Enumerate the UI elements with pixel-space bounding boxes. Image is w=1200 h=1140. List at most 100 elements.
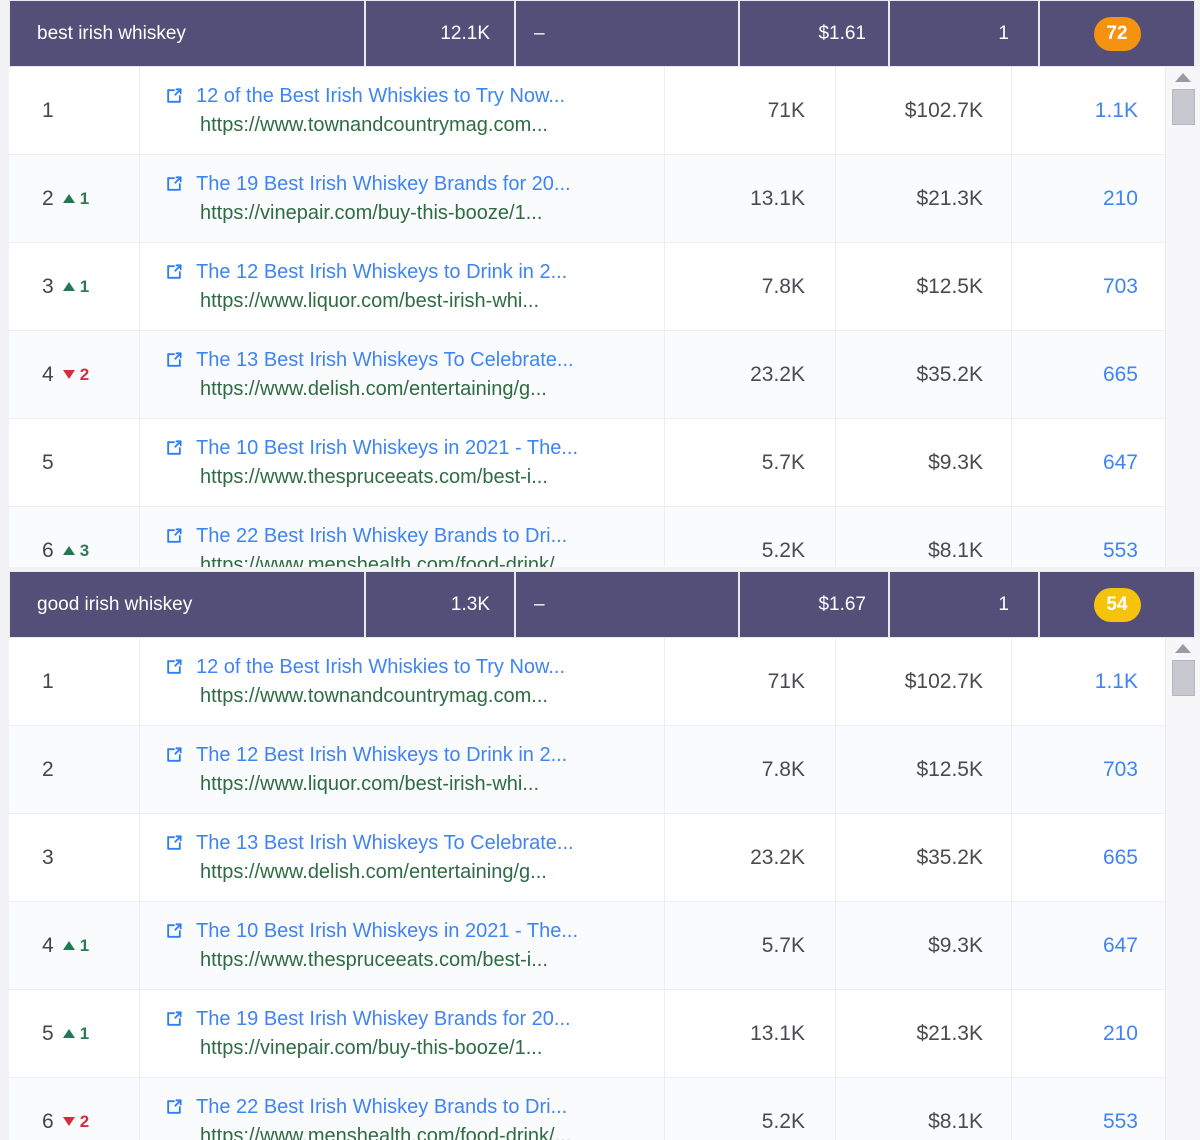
result-title-link[interactable]: The 12 Best Irish Whiskeys to Drink in 2…: [164, 744, 567, 767]
result-title-link[interactable]: 12 of the Best Irish Whiskies to Try Now…: [164, 85, 565, 108]
keywords-cell[interactable]: 210: [1012, 990, 1165, 1077]
result-title-link[interactable]: The 22 Best Irish Whiskey Brands to Dri.…: [164, 1096, 567, 1119]
result-url[interactable]: https://www.menshealth.com/food-drink/..…: [164, 1125, 571, 1140]
triangle-down-icon: [62, 1117, 75, 1126]
table-row[interactable]: 5 The 10 Best Irish Whiskeys in 2021 - Th…: [9, 419, 1165, 507]
table-row[interactable]: 4 2 The 13 Best Irish Whiskeys To Celebrat…: [9, 331, 1165, 419]
traffic-value-cell: $35.2K: [836, 814, 1012, 901]
result-title-link[interactable]: 12 of the Best Irish Whiskies to Try Now…: [164, 656, 565, 679]
keywords-cell[interactable]: 647: [1012, 902, 1165, 989]
result-cell[interactable]: The 13 Best Irish Whiskeys To Celebrate.…: [140, 331, 665, 418]
result-title: The 19 Best Irish Whiskey Brands for 20.…: [196, 172, 571, 195]
result-title-link[interactable]: The 12 Best Irish Whiskeys to Drink in 2…: [164, 261, 567, 284]
rank-value: 4: [42, 362, 54, 386]
traffic-cell: 23.2K: [665, 331, 836, 418]
external-link-icon[interactable]: [164, 174, 184, 194]
table-row[interactable]: 6 3 The 22 Best Irish Whiskey Brands to Dr…: [9, 507, 1165, 567]
result-url[interactable]: https://www.townandcountrymag.com...: [164, 114, 548, 137]
table-scrollbar[interactable]: [1165, 67, 1200, 567]
result-title-link[interactable]: The 10 Best Irish Whiskeys in 2021 - The…: [164, 920, 578, 943]
result-cell[interactable]: The 10 Best Irish Whiskeys in 2021 - The…: [140, 902, 665, 989]
result-title: 12 of the Best Irish Whiskies to Try Now…: [196, 655, 566, 678]
keyword-name: best irish whiskey: [37, 22, 186, 44]
external-link-icon[interactable]: [164, 657, 184, 677]
result-cell[interactable]: The 19 Best Irish Whiskey Brands for 20.…: [140, 990, 665, 1077]
result-url[interactable]: https://www.thespruceeats.com/best-i...: [164, 466, 548, 489]
scrollbar-thumb[interactable]: [1172, 660, 1195, 696]
external-link-icon[interactable]: [164, 350, 184, 370]
result-cell[interactable]: The 12 Best Irish Whiskeys to Drink in 2…: [140, 726, 665, 813]
keywords-cell[interactable]: 647: [1012, 419, 1165, 506]
result-url[interactable]: https://www.delish.com/entertaining/g...: [164, 861, 547, 884]
table-row[interactable]: 3 1 The 12 Best Irish Whiskeys to Drink in…: [9, 243, 1165, 331]
result-url[interactable]: https://vinepair.com/buy-this-booze/1...: [164, 202, 542, 225]
external-link-icon[interactable]: [164, 833, 184, 853]
result-cell[interactable]: The 12 Best Irish Whiskeys to Drink in 2…: [140, 243, 665, 330]
result-title-link[interactable]: The 10 Best Irish Whiskeys in 2021 - The…: [164, 437, 578, 460]
table-row[interactable]: 6 2 The 22 Best Irish Whiskey Brands to Dr…: [9, 1078, 1165, 1140]
external-link-icon[interactable]: [164, 745, 184, 765]
table-scrollbar[interactable]: [1165, 638, 1200, 1140]
result-cell[interactable]: The 22 Best Irish Whiskey Brands to Dri.…: [140, 1078, 665, 1140]
rank-value: 2: [42, 186, 54, 210]
keywords-cell[interactable]: 553: [1012, 1078, 1165, 1140]
keywords-cell[interactable]: 1.1K: [1012, 67, 1165, 154]
result-cell[interactable]: The 13 Best Irish Whiskeys To Celebrate.…: [140, 814, 665, 901]
keywords-cell[interactable]: 210: [1012, 155, 1165, 242]
table-row[interactable]: 3 The 13 Best Irish Whiskeys To Celebrate…: [9, 814, 1165, 902]
scroll-up-arrow-icon[interactable]: [1175, 73, 1191, 82]
keywords-cell[interactable]: 553: [1012, 507, 1165, 567]
result-cell[interactable]: The 10 Best Irish Whiskeys in 2021 - The…: [140, 419, 665, 506]
result-url[interactable]: https://www.liquor.com/best-irish-whi...: [164, 290, 539, 313]
keywords-cell[interactable]: 1.1K: [1012, 638, 1165, 725]
table-row[interactable]: 4 1 The 10 Best Irish Whiskeys in 2021 - T…: [9, 902, 1165, 990]
result-url[interactable]: https://www.menshealth.com/food-drink/..…: [164, 554, 571, 568]
traffic-cell: 5.7K: [665, 419, 836, 506]
table-row[interactable]: 1 12 of the Best Irish Whiskies to Try No…: [9, 638, 1165, 726]
result-title-link[interactable]: The 19 Best Irish Whiskey Brands for 20.…: [164, 1008, 571, 1031]
traffic-value: 7.8K: [761, 274, 805, 298]
rank-change-value: 1: [79, 935, 90, 955]
table-row[interactable]: 1 12 of the Best Irish Whiskies to Try No…: [9, 67, 1165, 155]
result-title-link[interactable]: The 13 Best Irish Whiskeys To Celebrate.…: [164, 349, 574, 372]
keyword-name-cell[interactable]: good irish whiskey: [9, 571, 365, 638]
traffic-value: 5.7K: [761, 450, 805, 474]
result-url[interactable]: https://vinepair.com/buy-this-booze/1...: [164, 1037, 542, 1060]
external-link-icon[interactable]: [164, 921, 184, 941]
result-title: The 10 Best Irish Whiskeys in 2021 - The…: [196, 919, 579, 942]
traffic-cell: 7.8K: [665, 726, 836, 813]
result-cell[interactable]: 12 of the Best Irish Whiskies to Try Now…: [140, 67, 665, 154]
table-row[interactable]: 2 1 The 19 Best Irish Whiskey Brands for 2…: [9, 155, 1165, 243]
result-url[interactable]: https://www.liquor.com/best-irish-whi...: [164, 773, 539, 796]
external-link-icon[interactable]: [164, 1009, 184, 1029]
external-link-icon[interactable]: [164, 526, 184, 546]
result-url[interactable]: https://www.townandcountrymag.com...: [164, 685, 548, 708]
result-title-link[interactable]: The 22 Best Irish Whiskey Brands to Dri.…: [164, 525, 567, 548]
table-row[interactable]: 5 1 The 19 Best Irish Whiskey Brands for 2…: [9, 990, 1165, 1078]
external-link-icon[interactable]: [164, 262, 184, 282]
result-cell[interactable]: The 19 Best Irish Whiskey Brands for 20.…: [140, 155, 665, 242]
result-cell[interactable]: The 22 Best Irish Whiskey Brands to Dri.…: [140, 507, 665, 567]
keywords-cell[interactable]: 665: [1012, 331, 1165, 418]
scrollbar-thumb[interactable]: [1172, 89, 1195, 125]
external-link-icon[interactable]: [164, 1097, 184, 1117]
keyword-name-cell[interactable]: best irish whiskey: [9, 0, 365, 67]
traffic-value-cell: $21.3K: [836, 155, 1012, 242]
keyword-header-row[interactable]: best irish whiskey 12.1K – $1.61 1 72: [9, 0, 1200, 67]
result-title-link[interactable]: The 13 Best Irish Whiskeys To Celebrate.…: [164, 832, 574, 855]
result-url[interactable]: https://www.thespruceeats.com/best-i...: [164, 949, 548, 972]
keyword-header-row[interactable]: good irish whiskey 1.3K – $1.67 1 54: [9, 571, 1200, 638]
result-url[interactable]: https://www.delish.com/entertaining/g...: [164, 378, 547, 401]
rank-change-value: 1: [79, 1023, 90, 1043]
external-link-icon[interactable]: [164, 438, 184, 458]
scroll-up-arrow-icon[interactable]: [1175, 644, 1191, 653]
keywords-cell[interactable]: 703: [1012, 243, 1165, 330]
result-title-link[interactable]: The 19 Best Irish Whiskey Brands for 20.…: [164, 173, 571, 196]
traffic-value-amount: $8.1K: [928, 1109, 983, 1133]
table-row[interactable]: 2 The 12 Best Irish Whiskeys to Drink in …: [9, 726, 1165, 814]
traffic-value: 23.2K: [750, 362, 805, 386]
keywords-cell[interactable]: 665: [1012, 814, 1165, 901]
result-cell[interactable]: 12 of the Best Irish Whiskies to Try Now…: [140, 638, 665, 725]
external-link-icon[interactable]: [164, 86, 184, 106]
keywords-cell[interactable]: 703: [1012, 726, 1165, 813]
